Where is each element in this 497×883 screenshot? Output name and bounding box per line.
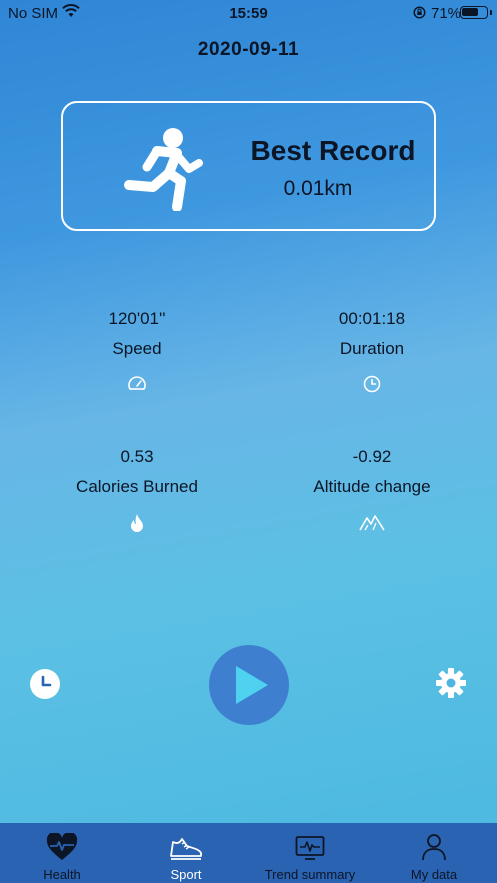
stat-label: Calories Burned (76, 477, 198, 496)
date-title: 2020-09-11 (197, 39, 300, 60)
flame-icon (131, 514, 143, 532)
tab-trend-summary[interactable]: Trend summary (248, 823, 372, 883)
best-record-value: 0.01km (283, 177, 353, 200)
tab-sport[interactable]: Sport (124, 823, 248, 883)
stat-label: Altitude change (313, 477, 431, 496)
stat-speed: 120'01'' Speed (37, 309, 237, 395)
play-icon (236, 666, 268, 704)
best-record-title: Best Record (250, 135, 416, 166)
battery-percent: 71% (431, 5, 462, 22)
stat-value: 00:01:18 (338, 309, 406, 328)
start-workout-button[interactable] (209, 645, 289, 725)
tab-label: Sport (170, 867, 202, 882)
tab-health[interactable]: Health (0, 823, 124, 883)
stat-value: 0.53 (120, 447, 154, 466)
stat-value: -0.92 (352, 447, 392, 466)
sneaker-icon (170, 838, 202, 860)
status-bar: No SIM 15:59 71% (0, 0, 497, 26)
runner-icon (124, 128, 203, 211)
stat-label: Speed (112, 339, 162, 358)
clock-icon (363, 375, 381, 393)
mountain-icon (359, 515, 385, 531)
battery-icon (460, 6, 488, 19)
stat-calories: 0.53 Calories Burned (37, 447, 237, 533)
tab-label: My data (410, 867, 458, 882)
stat-altitude: -0.92 Altitude change (272, 447, 472, 533)
tab-label: Health (43, 867, 81, 882)
history-clock-icon (41, 675, 52, 687)
rotation-lock-icon (413, 6, 426, 19)
stat-label: Duration (339, 339, 405, 358)
stat-value: 120'01'' (108, 309, 166, 328)
stat-duration: 00:01:18 Duration (272, 309, 472, 395)
person-icon (422, 834, 446, 861)
tab-bar: Health Sport Trend summary My data (0, 823, 497, 883)
tab-my-data[interactable]: My data (372, 823, 496, 883)
gear-icon[interactable] (434, 666, 468, 700)
best-record-card: Best Record 0.01km (61, 101, 436, 231)
battery-nub (490, 10, 492, 15)
history-button[interactable] (30, 669, 60, 699)
monitor-pulse-icon (295, 836, 325, 860)
tab-label: Trend summary (264, 867, 356, 882)
heart-pulse-icon (46, 833, 78, 860)
speedometer-icon (128, 376, 146, 390)
